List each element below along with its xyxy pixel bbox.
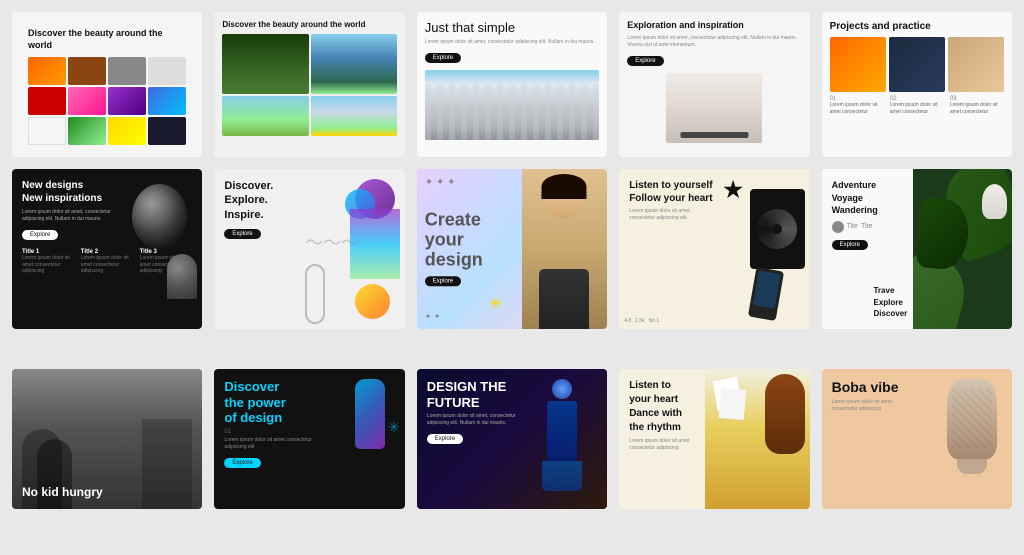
swatch-yellow [108, 117, 146, 145]
icon-circle-1 [832, 221, 844, 233]
swatch-dark [148, 117, 186, 145]
star-icon: ★ [723, 177, 743, 203]
project-col-2: 02 Lorem ipsum dolor sit amet consectetu… [890, 96, 944, 115]
project-img-1 [830, 37, 886, 92]
photo-mountain [311, 96, 397, 136]
card-no-kid-hungry[interactable]: No kid hungry [12, 369, 202, 509]
card-create-design[interactable]: ✦ ✦ ✦ ✦ ✦ Create your design Explore ✳ [417, 169, 607, 329]
travel-text: Trave Explore Discover [873, 285, 907, 319]
card-r1c3-btn[interactable]: Explore [425, 53, 461, 63]
project-col-1: 01 Lorem ipsum dolor sit amet consectetu… [830, 96, 884, 115]
abstract-3d: ✳ [340, 379, 400, 489]
abstract-art: 〜〜〜 [300, 169, 405, 329]
col-1: Title 1 Lorem ipsum dolor sit amet conse… [22, 249, 75, 275]
card-r2c3-btn[interactable]: Explore [425, 277, 461, 287]
stats-row: 4.8 1.5k No.1 [624, 318, 659, 324]
photo-forest [222, 34, 308, 94]
card-r3c2-btn[interactable]: Explore [224, 458, 260, 468]
card-r1c4-sub: Lorem ipsum dolor sit amet, consectetur … [627, 35, 801, 49]
product-photo [666, 73, 762, 143]
projects-cols: 01 Lorem ipsum dolor sit amet consectetu… [830, 96, 1004, 115]
card-r1c3-title: Just that simple [425, 20, 599, 35]
card-r2c1-explore-btn[interactable]: Explore [22, 230, 58, 240]
boba-vase [942, 379, 1002, 489]
col-2: Title 2 Lorem ipsum dolor sit amet conse… [81, 249, 134, 275]
card-r3c5-sub: Lorem ipsum dolor sit amet consectetur a… [832, 399, 917, 413]
card-power-design[interactable]: Discover the power of design 01 Lorem ip… [214, 369, 404, 509]
swatch-grid [28, 57, 186, 145]
card-discover-explore[interactable]: Discover. Explore. Inspire. Explore 〜〜〜 [214, 169, 404, 329]
card-r2c4-sub: Lorem ipsum dolor sit amet, consectetur … [629, 208, 714, 222]
portrait-photo [522, 169, 608, 329]
no-kid-hungry-text: No kid hungry [22, 485, 103, 499]
card-discover-beauty-swatches[interactable]: Discover the beauty around the world [12, 12, 202, 157]
swatch-red [28, 87, 66, 115]
swatch-green [68, 117, 106, 145]
sphere-decoration [132, 184, 187, 249]
swatch-grey [108, 57, 146, 85]
phone-decoration [747, 267, 783, 321]
nature-photo-grid [222, 34, 396, 136]
swatch-brown [68, 57, 106, 85]
projects-image-row [830, 37, 1004, 92]
card-r3c4-sub: Lorem ipsum dolor sit amet consectetur a… [629, 438, 714, 452]
card-projects-practice[interactable]: Projects and practice 01 Lorem ipsum dol… [822, 12, 1012, 157]
card-discover-beauty-nature[interactable]: Discover the beauty around the world [214, 12, 404, 157]
swatch-light [148, 57, 186, 85]
card-r1c5-title: Projects and practice [830, 20, 1004, 33]
project-col-3: 03 Lorem ipsum dolor sit amet consectetu… [950, 96, 1004, 115]
swatch-purple [108, 87, 146, 115]
project-img-2 [889, 37, 945, 92]
swatch-orange [28, 57, 66, 85]
card-r3c2-sub: Lorem ipsum dolor sit amet consectetur a… [224, 437, 318, 451]
photo-field [222, 96, 308, 136]
card-r2c2-explore-btn[interactable]: Explore [224, 229, 260, 239]
photo-lake [311, 34, 397, 94]
card-r1c3-sub: Lorem ipsum dolor sit amet, consectetur … [425, 39, 599, 46]
card-adventure[interactable]: Adventure Voyage Wandering Tite Tite Exp… [822, 169, 1012, 329]
card-r1c4-title: Exploration and inspiration [627, 20, 801, 32]
card-boba-vibe[interactable]: Boba vibe Lorem ipsum dolor sit amet con… [822, 369, 1012, 509]
card-new-designs[interactable]: New designs New inspirations Lorem ipsum… [12, 169, 202, 329]
card-r1c4-btn[interactable]: Explore [627, 56, 663, 66]
project-img-3 [948, 37, 1004, 92]
arch-photo [425, 70, 599, 140]
card-design-future[interactable]: DESIGN THE FUTURE Lorem ipsum dolor sit … [417, 369, 607, 509]
card-exploration[interactable]: Exploration and inspiration Lorem ipsum … [619, 12, 809, 157]
card-r3c3-content: DESIGN THE FUTURE Lorem ipsum dolor sit … [427, 379, 597, 445]
guitar-area [705, 369, 810, 509]
arch-decoration [167, 254, 197, 299]
swatch-blue [148, 87, 186, 115]
card-r2c1-sub: Lorem ipsum dolor sit amet, consectetur … [22, 209, 116, 223]
card-r1c1-title: Discover the beauty around the world [28, 28, 186, 51]
card-listen-yourself[interactable]: Listen to yourself Follow your heart Lor… [619, 169, 809, 329]
card-r3c3-btn[interactable]: Explore [427, 434, 463, 444]
card-r1c2-title: Discover the beauty around the world [222, 20, 396, 30]
swatch-pink [68, 87, 106, 115]
card-r2c5-btn[interactable]: Explore [832, 240, 868, 250]
row-gap [12, 341, 1012, 357]
swatch-white [28, 117, 66, 145]
music-card [750, 189, 805, 269]
card-listen-heart[interactable]: Listen to your heart Dance with the rhyt… [619, 369, 809, 509]
white-vase [982, 184, 1007, 219]
card-just-simple[interactable]: Just that simple Lorem ipsum dolor sit a… [417, 12, 607, 157]
card-r2c3-text: Create your design Explore [425, 210, 483, 287]
sun-decoration: ✳ [489, 294, 502, 314]
